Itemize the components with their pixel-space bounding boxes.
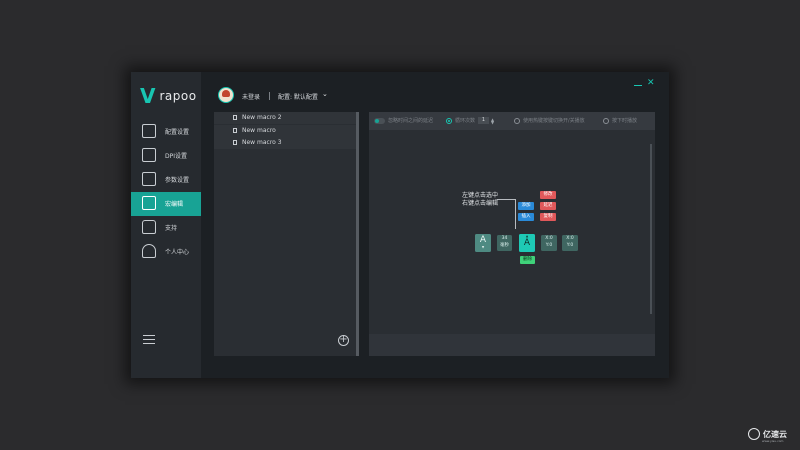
sidebar-item-label: DPI设置 <box>165 153 188 160</box>
stepper-icon[interactable]: ▲ ▼ <box>491 117 494 124</box>
sidebar-item-profile-settings[interactable]: 配置设置 <box>131 120 201 144</box>
sidebar-nav: 配置设置 DPI设置 参数设置 宏编辑 支持 个人中心 <box>131 120 201 264</box>
close-icon[interactable]: ✕ <box>647 79 655 88</box>
radio-icon[interactable] <box>514 117 520 124</box>
macro-editor: 忽略时间之间的延迟 循环次数 1 ▲ ▼ 使用热键按键切换开/关播放 按下时播放 … <box>369 112 655 356</box>
chevron-down-icon[interactable]: ⌄ <box>322 90 328 98</box>
watermark-url: www.yisu.com <box>762 439 784 443</box>
app-window: V rapoo 配置设置 DPI设置 参数设置 宏编辑 支持 个人中心 未登录 … <box>131 72 669 378</box>
key-press-event[interactable]: A ▼ <box>475 234 491 252</box>
rapoo-logo: V rapoo <box>140 86 197 106</box>
sidebar-item-label: 个人中心 <box>165 249 190 256</box>
insert-event-button[interactable]: 插入 <box>518 213 534 221</box>
sidebar-item-dpi-settings[interactable]: DPI设置 <box>131 144 201 168</box>
copy-event-button[interactable]: 复制 <box>540 213 556 221</box>
editor-footer <box>369 334 655 356</box>
login-status[interactable]: 未登录 <box>242 92 260 101</box>
dpi-icon <box>142 148 156 162</box>
delay-unit: 毫秒 <box>500 243 509 248</box>
sidebar-item-user-center[interactable]: 个人中心 <box>131 240 201 264</box>
y-coordinate: Y:0 <box>545 243 553 248</box>
editor-scrollbar[interactable] <box>650 144 652 314</box>
sidebar-item-support[interactable]: 支持 <box>131 216 201 240</box>
sidebar: V rapoo 配置设置 DPI设置 参数设置 宏编辑 支持 个人中心 <box>131 72 201 378</box>
parameter-icon <box>142 172 156 186</box>
macro-edit-icon <box>142 196 156 210</box>
modify-event-button[interactable]: 修改 <box>540 191 556 199</box>
sidebar-item-macro-edit[interactable]: 宏编辑 <box>131 192 201 216</box>
toggle-switch[interactable] <box>374 117 385 124</box>
key-down-icon: ▼ <box>481 245 485 249</box>
mouse-move-event[interactable]: X:0 Y:0 <box>541 235 557 251</box>
hint-connector <box>497 199 516 229</box>
profile-settings-icon <box>142 124 156 138</box>
add-event-button[interactable]: 添加 <box>518 202 534 210</box>
ignore-delay-label: 忽略时间之间的延迟 <box>388 118 434 124</box>
radio-icon[interactable] <box>603 117 609 124</box>
file-icon <box>233 140 237 145</box>
file-icon <box>233 115 237 120</box>
x-coordinate: X:0 <box>566 236 574 241</box>
key-release-event[interactable]: ▲ A <box>519 234 535 252</box>
watermark-logo-icon <box>748 428 760 440</box>
list-item[interactable]: New macro 3 <box>214 137 359 149</box>
sidebar-item-parameter-settings[interactable]: 参数设置 <box>131 168 201 192</box>
release-stop-label: 按下时播放 <box>612 118 638 124</box>
thumbs-up-icon <box>142 220 156 234</box>
loop-count-input[interactable]: 1 <box>478 117 490 124</box>
avatar[interactable] <box>218 87 234 103</box>
watermark-brand: 亿速云 <box>763 429 787 439</box>
toggle-play-label: 使用热键按键切换开/关播放 <box>523 118 585 124</box>
list-item[interactable]: New macro <box>214 124 359 137</box>
delay-value: 34 <box>501 236 508 241</box>
release-stop-option[interactable]: 按下时播放 <box>603 117 637 124</box>
sidebar-item-label: 支持 <box>165 225 178 232</box>
delay-event[interactable]: 34 毫秒 <box>497 235 512 251</box>
list-scrollbar[interactable] <box>356 112 359 356</box>
sidebar-item-label: 参数设置 <box>165 177 190 184</box>
user-center-icon <box>142 244 156 258</box>
radio-icon[interactable] <box>446 117 452 124</box>
config-selector[interactable]: 配置: 默认配置 <box>278 92 318 101</box>
topbar-divider <box>269 92 270 100</box>
top-bar: 未登录 配置: 默认配置 ⌄ ✕ <box>201 72 669 106</box>
sidebar-item-label: 配置设置 <box>165 129 190 136</box>
collapse-menu-icon[interactable] <box>143 335 155 345</box>
add-macro-button[interactable]: + <box>338 335 349 346</box>
ignore-delay-option[interactable]: 忽略时间之间的延迟 <box>374 117 433 124</box>
macro-list: New macro 2 New macro New macro 3 + <box>214 112 359 356</box>
sidebar-item-label: 宏编辑 <box>165 201 184 208</box>
macro-name: New macro 3 <box>242 139 282 146</box>
macro-name: New macro <box>242 126 276 134</box>
loop-count-label: 循环次数 <box>455 118 476 124</box>
macro-name: New macro 2 <box>242 114 282 121</box>
key-label: A <box>523 238 531 248</box>
logo-text: rapoo <box>159 89 197 103</box>
editor-toolbar: 忽略时间之间的延迟 循环次数 1 ▲ ▼ 使用热键按键切换开/关播放 按下时播放 <box>369 112 655 130</box>
list-item[interactable]: New macro 2 <box>214 112 359 124</box>
delete-event-button[interactable]: 删除 <box>520 256 535 264</box>
minimize-icon[interactable] <box>634 85 642 87</box>
file-icon <box>233 127 237 133</box>
delay-event-button[interactable]: 延迟 <box>540 202 556 210</box>
toggle-play-option[interactable]: 使用热键按键切换开/关播放 <box>514 117 585 124</box>
hint-edit: 右键点击编辑 <box>462 200 499 207</box>
loop-count-option[interactable]: 循环次数 1 ▲ ▼ <box>446 117 494 124</box>
logo-v-icon: V <box>140 84 156 108</box>
watermark: 亿速云 www.yisu.com <box>748 428 787 443</box>
y-coordinate: Y:0 <box>566 243 574 248</box>
mouse-move-event[interactable]: X:0 Y:0 <box>562 235 578 251</box>
x-coordinate: X:0 <box>545 236 553 241</box>
